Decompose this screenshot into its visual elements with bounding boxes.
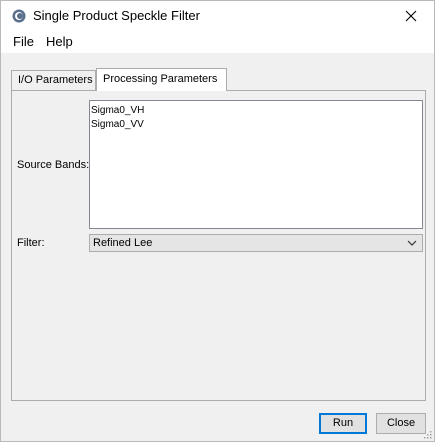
chevron-down-icon bbox=[407, 240, 417, 246]
close-icon bbox=[405, 10, 417, 22]
dialog-window: Single Product Speckle Filter File Help … bbox=[0, 0, 435, 442]
resize-grip-icon[interactable] bbox=[422, 429, 432, 439]
run-button[interactable]: Run bbox=[319, 413, 367, 434]
list-item[interactable]: Sigma0_VV bbox=[91, 118, 144, 131]
processing-parameters-panel: Source Bands: Sigma0_VH Sigma0_VV Filter… bbox=[11, 90, 426, 401]
filter-select[interactable]: Refined Lee bbox=[89, 234, 423, 252]
tab-io-parameters[interactable]: I/O Parameters bbox=[11, 70, 96, 90]
window-title: Single Product Speckle Filter bbox=[33, 8, 200, 23]
close-button[interactable]: Close bbox=[376, 413, 426, 434]
snap-logo-icon bbox=[12, 9, 26, 23]
source-bands-label: Source Bands: bbox=[17, 159, 90, 171]
source-bands-list[interactable]: Sigma0_VH Sigma0_VV bbox=[89, 100, 423, 229]
menu-bar: File Help bbox=[1, 31, 434, 53]
filter-selected-value: Refined Lee bbox=[93, 237, 153, 249]
menu-help[interactable]: Help bbox=[46, 34, 73, 50]
tab-processing-parameters[interactable]: Processing Parameters bbox=[96, 68, 227, 91]
filter-label: Filter: bbox=[17, 237, 45, 249]
window-close-button[interactable] bbox=[388, 1, 434, 31]
menu-file[interactable]: File bbox=[13, 34, 34, 50]
list-item[interactable]: Sigma0_VH bbox=[91, 104, 144, 117]
title-bar[interactable]: Single Product Speckle Filter bbox=[1, 1, 434, 31]
